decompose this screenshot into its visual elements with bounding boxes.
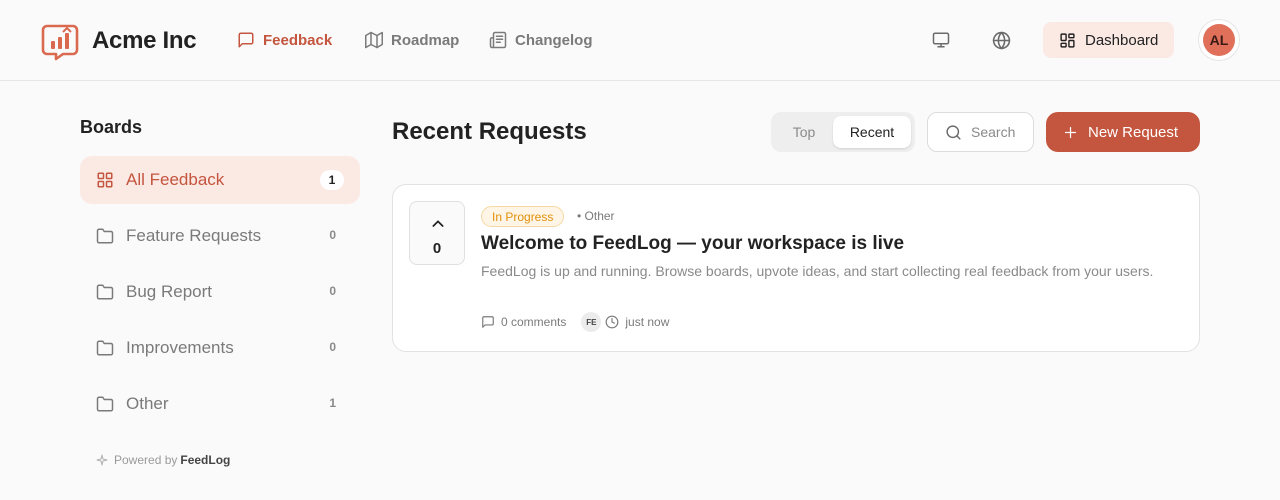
new-request-button[interactable]: New Request <box>1046 112 1200 152</box>
sidebar-item-label: Bug Report <box>126 282 212 301</box>
powered-by-prefix: Powered by <box>114 453 178 467</box>
plus-icon <box>1064 126 1077 138</box>
nav-changelog[interactable]: Changelog <box>489 30 593 50</box>
tab-recent[interactable]: Recent <box>833 116 911 148</box>
sidebar-item-count: 1 <box>329 396 336 410</box>
vote-count: 0 <box>432 240 442 257</box>
folder-icon <box>96 396 114 412</box>
search-input[interactable]: Search <box>927 112 1034 152</box>
nav-roadmap-label: Roadmap <box>391 31 460 49</box>
newspaper-icon <box>489 31 507 49</box>
folder-icon <box>96 228 114 244</box>
upvote-button[interactable]: 0 <box>409 201 465 265</box>
nav-feedback[interactable]: Feedback <box>237 30 332 50</box>
monitor-icon <box>932 32 950 48</box>
folder-icon <box>96 284 114 300</box>
nav-feedback-label: Feedback <box>263 31 333 49</box>
clock-icon <box>605 315 619 329</box>
post-category: • Other <box>577 209 615 223</box>
globe-icon <box>992 31 1010 49</box>
message-square-icon <box>238 32 254 48</box>
new-request-label: New Request <box>1088 123 1179 141</box>
post-description: FeedLog is up and running. Browse boards… <box>481 263 1154 279</box>
page-title: Recent Requests <box>392 118 587 145</box>
layout-grid-icon <box>1060 32 1075 48</box>
sidebar-item-label: Other <box>126 394 169 413</box>
post-title[interactable]: Welcome to FeedLog — your workspace is l… <box>481 233 904 255</box>
sidebar-item-label: Improvements <box>126 338 234 357</box>
grid-icon <box>97 172 113 188</box>
sidebar-item-bug-report[interactable]: Bug Report 0 <box>80 268 360 316</box>
powered-by-brand: FeedLog <box>180 453 231 467</box>
chevron-up-icon <box>432 220 444 227</box>
post-time: just now <box>625 315 670 329</box>
folder-icon <box>96 340 114 356</box>
sidebar-item-label: Feature Requests <box>126 226 262 245</box>
nav-roadmap[interactable]: Roadmap <box>365 30 459 50</box>
dashboard-button[interactable]: Dashboard <box>1043 22 1174 58</box>
search-placeholder: Search <box>971 124 1016 140</box>
sidebar-item-count: 0 <box>329 228 336 242</box>
author-avatar: FE <box>581 312 602 332</box>
sidebar-item-other[interactable]: Other 1 <box>80 380 360 428</box>
post-meta: 0 comments FE just now <box>481 312 669 332</box>
sort-toggle: Top Recent <box>771 112 915 152</box>
sparkle-icon <box>96 454 108 466</box>
sidebar-item-label: All Feedback <box>126 170 225 189</box>
brand-name[interactable]: Acme Inc <box>92 27 197 55</box>
tab-top[interactable]: Top <box>777 116 831 148</box>
post-card[interactable]: 0 In Progress • Other Welcome to FeedLog… <box>392 184 1200 352</box>
display-toggle-button[interactable] <box>929 28 953 52</box>
boards-heading: Boards <box>80 117 143 137</box>
sidebar-item-all-feedback[interactable]: All Feedback 1 <box>80 156 360 204</box>
search-icon <box>946 124 961 140</box>
powered-by-link[interactable]: Powered by FeedLog <box>96 453 230 467</box>
sidebar-item-count: 1 <box>320 170 344 190</box>
map-icon <box>365 31 383 49</box>
nav-changelog-label: Changelog <box>515 31 593 49</box>
sidebar-item-feature-requests[interactable]: Feature Requests 0 <box>80 212 360 260</box>
sidebar-item-count: 0 <box>329 340 336 354</box>
feedlog-logo-icon[interactable] <box>41 23 79 61</box>
user-avatar-button[interactable]: AL <box>1198 19 1240 61</box>
dashboard-label: Dashboard <box>1085 31 1159 49</box>
avatar: AL <box>1203 24 1235 56</box>
comment-icon <box>482 316 494 328</box>
status-badge: In Progress <box>481 206 565 227</box>
language-button[interactable] <box>989 28 1013 52</box>
top-header: Acme Inc Feedback Roadmap Changelog Dash… <box>0 0 1280 81</box>
comments-count[interactable]: 0 comments <box>501 315 566 329</box>
sidebar-item-improvements[interactable]: Improvements 0 <box>80 324 360 372</box>
sidebar-item-count: 0 <box>329 284 336 298</box>
